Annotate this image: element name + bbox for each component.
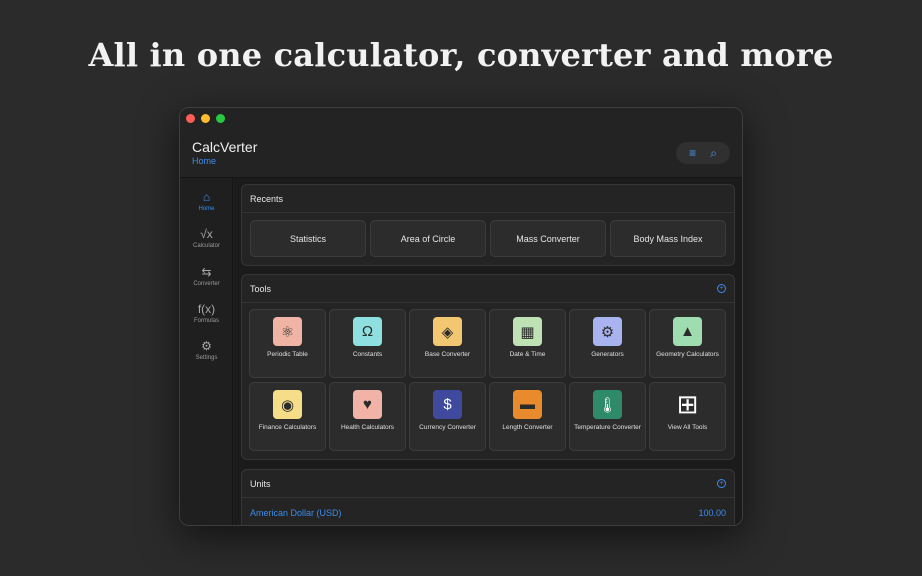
headline: All in one calculator, converter and mor… [88, 36, 834, 74]
app-title: CalcVerter [192, 139, 258, 155]
grid-icon: ⊞ [673, 389, 702, 419]
close-window-button[interactable] [186, 114, 195, 123]
money-bag-icon: ◉ [273, 390, 302, 419]
tools-title: Tools [250, 283, 272, 294]
sidebar-item-label: Formulas [193, 318, 219, 324]
tool-label: Constants [352, 351, 383, 358]
tool-label: Geometry Calculators [656, 351, 719, 358]
tools-panel: Tools + ⚛ Periodic Table Ω Constants ◈ Base C… [241, 274, 735, 460]
gear-icon: ⚙ [201, 339, 212, 353]
tool-label: Currency Converter [419, 424, 476, 431]
tool-periodic-table[interactable]: ⚛ Periodic Table [249, 309, 326, 378]
ruler-icon: ▬ [513, 390, 542, 419]
toolbar-actions: ≡ ⌕ [676, 142, 730, 164]
minimize-window-button[interactable] [201, 114, 210, 123]
window-controls [186, 114, 225, 123]
units-title: Units [250, 478, 271, 489]
swap-arrows-icon: ⇆ [201, 265, 212, 279]
breadcrumb-home[interactable]: Home [192, 156, 216, 166]
tool-label: Periodic Table [267, 351, 308, 358]
unit-row-value: 100.00 [698, 508, 726, 518]
zoom-window-button[interactable] [216, 114, 225, 123]
recent-item-body-mass-index[interactable]: Body Mass Index [610, 220, 726, 257]
tool-label: Length Converter [502, 424, 553, 431]
sidebar-item-calculator[interactable]: √x Calculator [180, 227, 233, 249]
units-header: Units + [242, 470, 734, 498]
tool-label: Date & Time [509, 351, 546, 358]
filter-icon[interactable]: ≡ [689, 147, 696, 159]
tool-label: Finance Calculators [258, 424, 317, 431]
home-icon: ⌂ [202, 190, 211, 204]
shapes-icon: ▲ [673, 317, 702, 346]
tool-label: Generators [591, 351, 624, 358]
dollar-icon: $ [433, 390, 462, 419]
sidebar-item-label: Calculator [192, 243, 220, 249]
title-bar: CalcVerter Home ≡ ⌕ [180, 108, 742, 178]
tools-grid: ⚛ Periodic Table Ω Constants ◈ Base Converter… [242, 303, 734, 457]
tool-base-converter[interactable]: ◈ Base Converter [409, 309, 486, 378]
recents-panel: Recents Statistics Area of Circle Mass C… [241, 184, 735, 266]
binary-grid-icon: ◈ [433, 317, 462, 346]
tool-view-all-tools[interactable]: ⊞ View All Tools [649, 382, 726, 451]
unit-row-label: American Dollar (USD) [250, 508, 342, 518]
atom-icon: ⚛ [273, 317, 302, 346]
tool-label: View All Tools [667, 424, 708, 431]
sidebar-item-home[interactable]: ⌂ Home [180, 190, 233, 212]
tool-temperature-converter[interactable]: 🌡 Temperature Converter [569, 382, 646, 451]
sidebar-item-label: Converter [193, 281, 220, 287]
recents-title: Recents [250, 193, 284, 204]
tool-generators[interactable]: ⚙ Generators [569, 309, 646, 378]
tool-finance-calculators[interactable]: ◉ Finance Calculators [249, 382, 326, 451]
tools-header: Tools + [242, 275, 734, 303]
sidebar-item-label: Home [198, 206, 215, 212]
recents-header: Recents [242, 185, 734, 213]
tool-date-time[interactable]: ▦ Date & Time [489, 309, 566, 378]
app-window: CalcVerter Home ≡ ⌕ ⌂ Home √x Calculator… [179, 107, 743, 526]
sidebar: ⌂ Home √x Calculator ⇆ Converter f(x) Fo… [180, 178, 233, 525]
units-panel: Units + American Dollar (USD) 100.00 [241, 469, 735, 525]
tool-label: Temperature Converter [574, 424, 641, 431]
tool-currency-converter[interactable]: $ Currency Converter [409, 382, 486, 451]
calendar-clock-icon: ▦ [513, 317, 542, 346]
unit-row[interactable]: American Dollar (USD) 100.00 [242, 498, 734, 518]
tool-geometry-calculators[interactable]: ▲ Geometry Calculators [649, 309, 726, 378]
function-icon: f(x) [197, 302, 216, 316]
sidebar-item-formulas[interactable]: f(x) Formulas [180, 302, 233, 324]
tool-label: Health Calculators [340, 424, 395, 431]
recent-item-mass-converter[interactable]: Mass Converter [490, 220, 606, 257]
tool-health-calculators[interactable]: ♥ Health Calculators [329, 382, 406, 451]
square-root-icon: √x [200, 227, 213, 241]
recents-list: Statistics Area of Circle Mass Converter… [242, 213, 734, 264]
recent-item-area-of-circle[interactable]: Area of Circle [370, 220, 486, 257]
add-unit-icon[interactable]: + [717, 479, 726, 488]
horseshoe-magnet-icon: Ω [353, 317, 382, 346]
search-icon[interactable]: ⌕ [710, 147, 717, 159]
sidebar-item-label: Settings [195, 355, 218, 361]
heart-icon: ♥ [353, 390, 382, 419]
main-content: Recents Statistics Area of Circle Mass C… [234, 178, 742, 525]
tool-constants[interactable]: Ω Constants [329, 309, 406, 378]
tool-label: Base Converter [424, 351, 471, 358]
gears-icon: ⚙ [593, 317, 622, 346]
recent-item-statistics[interactable]: Statistics [250, 220, 366, 257]
sidebar-item-converter[interactable]: ⇆ Converter [180, 265, 233, 287]
sidebar-item-settings[interactable]: ⚙ Settings [180, 339, 233, 361]
add-tool-icon[interactable]: + [717, 284, 726, 293]
tool-length-converter[interactable]: ▬ Length Converter [489, 382, 566, 451]
thermometer-icon: 🌡 [593, 390, 622, 419]
